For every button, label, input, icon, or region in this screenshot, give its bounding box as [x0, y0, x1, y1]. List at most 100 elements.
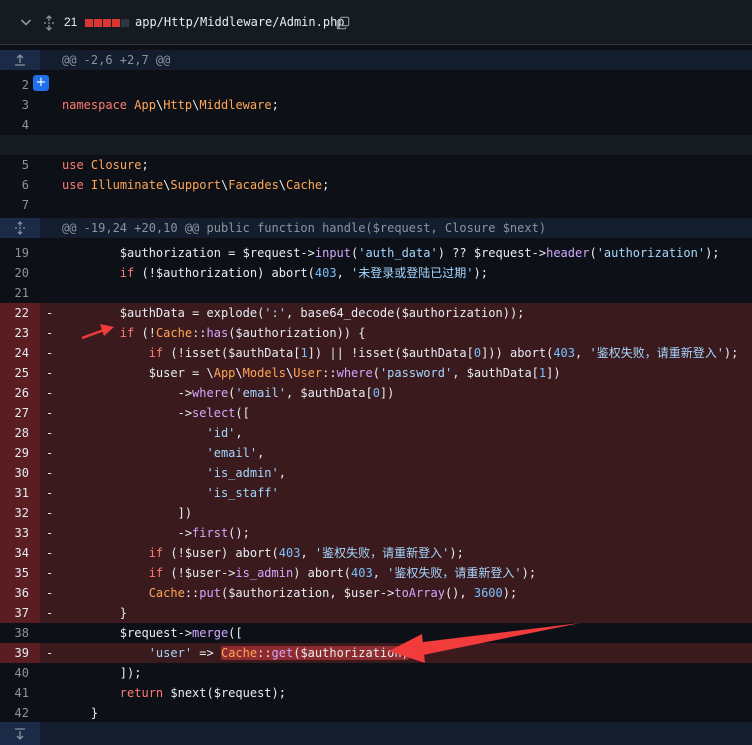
line-number[interactable]: 24: [0, 343, 40, 363]
deletion-marker: -: [46, 326, 54, 340]
expand-down-gutter[interactable]: [0, 722, 40, 745]
line-number[interactable]: 34: [0, 543, 40, 563]
deleted-line: 34 - if (!$user) abort(403, '鉴权失败，请重新登入'…: [0, 543, 752, 563]
code-text: if (!$authorization) abort(403, '未登录或登陆已…: [119, 266, 488, 280]
deleted-line: 26 - ->where('email', $authData[0]): [0, 383, 752, 403]
code-line: 41 return $next($request);: [0, 683, 752, 703]
deletion-marker: -: [46, 446, 54, 460]
line-number[interactable]: 22: [0, 303, 40, 323]
code-text: if (!isset($authData[1]) || !isset($auth…: [148, 346, 739, 360]
line-number[interactable]: 5: [0, 155, 40, 175]
code-line: 2: [0, 75, 752, 95]
line-number[interactable]: 25: [0, 363, 40, 383]
copy-icon[interactable]: [336, 16, 350, 30]
code-text: }: [62, 606, 128, 620]
deletion-marker: -: [46, 466, 54, 480]
line-number[interactable]: 33: [0, 523, 40, 543]
deleted-line: 25 - $user = \App\Models\User::where('pa…: [0, 363, 752, 383]
diffstat-block: [121, 19, 129, 27]
expand-down-icon[interactable]: [13, 727, 27, 741]
code-text: 'is_admin',: [206, 466, 286, 480]
line-number[interactable]: 40: [0, 663, 40, 683]
code-text: ->first();: [62, 526, 250, 540]
code-line: 38 $request->merge([: [0, 623, 752, 643]
deletion-marker: -: [46, 526, 54, 540]
line-number[interactable]: 21: [0, 283, 40, 303]
deletion-marker: -: [46, 366, 54, 380]
deleted-line: 24 - if (!isset($authData[1]) || !isset(…: [0, 343, 752, 363]
line-number[interactable]: 23: [0, 323, 40, 343]
line-number[interactable]: 28: [0, 423, 40, 443]
deletion-marker: -: [46, 546, 54, 560]
line-number[interactable]: 30: [0, 463, 40, 483]
code-line: 20 if (!$authorization) abort(403, '未登录或…: [0, 263, 752, 283]
line-number[interactable]: 4: [0, 115, 40, 135]
line-number[interactable]: 31: [0, 483, 40, 503]
diffstat-bar: [85, 19, 129, 27]
highlighted-change: Cache::get($authorization): [220, 646, 409, 660]
hunk-header: @@ -19,24 +20,10 @@ public function hand…: [0, 218, 752, 238]
deleted-line: 35 - if (!$user->is_admin) abort(403, '鉴…: [0, 563, 752, 583]
line-number[interactable]: 38: [0, 623, 40, 643]
code-line: 40 ]);: [0, 663, 752, 683]
deleted-line: 28 - 'id',: [0, 423, 752, 443]
code-text: return $next($request);: [119, 686, 286, 700]
line-number[interactable]: 39: [0, 643, 40, 663]
code-line: 7: [0, 195, 752, 215]
line-number[interactable]: 2: [0, 75, 40, 95]
code-text: 'user' => Cache::get($authorization): [148, 646, 409, 660]
deleted-line: 33 - ->first();: [0, 523, 752, 543]
code-text: use Closure;: [62, 158, 149, 172]
hunk-gutter[interactable]: [0, 218, 40, 238]
changes-count: 21: [64, 15, 78, 29]
line-number[interactable]: 27: [0, 403, 40, 423]
line-number[interactable]: 6: [0, 175, 40, 195]
code-line: 4: [0, 115, 752, 135]
code-line: 3 namespace App\Http\Middleware;: [0, 95, 752, 115]
code-text: use Illuminate\Support\Facades\Cache;: [62, 178, 330, 192]
line-number[interactable]: 20: [0, 263, 40, 283]
deletion-marker: -: [46, 386, 54, 400]
line-number[interactable]: 41: [0, 683, 40, 703]
diffstat-block: [94, 19, 102, 27]
hunk-header-text: @@ -19,24 +20,10 @@ public function hand…: [62, 221, 547, 235]
file-path[interactable]: app/Http/Middleware/Admin.php: [135, 15, 345, 29]
diffstat-block: [112, 19, 120, 27]
deletion-marker: -: [46, 406, 54, 420]
code-text: $authData = explode(':', base64_decode($…: [62, 306, 525, 320]
line-number[interactable]: 29: [0, 443, 40, 463]
line-number[interactable]: 32: [0, 503, 40, 523]
code-text: if (!Cache::has($authorization)) {: [119, 326, 366, 340]
code-line: 5 use Closure;: [0, 155, 752, 175]
deletion-marker: -: [46, 346, 54, 360]
line-number[interactable]: 26: [0, 383, 40, 403]
deleted-line: 30 - 'is_admin',: [0, 463, 752, 483]
deletion-marker: -: [46, 606, 54, 620]
line-number[interactable]: 42: [0, 703, 40, 723]
deletion-marker: -: [46, 646, 54, 660]
hunk-header-text: @@ -2,6 +2,7 @@: [62, 53, 171, 67]
line-number[interactable]: 3: [0, 95, 40, 115]
code-text: ]): [62, 506, 193, 520]
line-number[interactable]: 35: [0, 563, 40, 583]
code-text: ->select([: [62, 406, 250, 420]
code-text: }: [62, 706, 99, 720]
line-number[interactable]: 19: [0, 243, 40, 263]
chevron-down-icon[interactable]: [18, 14, 34, 30]
expand-up-icon[interactable]: [13, 53, 27, 67]
hunk-gutter[interactable]: [0, 50, 40, 70]
deleted-line: 29 - 'email',: [0, 443, 752, 463]
line-number[interactable]: 36: [0, 583, 40, 603]
hunk-header: @@ -2,6 +2,7 @@: [0, 50, 752, 70]
deletion-marker: -: [46, 586, 54, 600]
line-number[interactable]: 37: [0, 603, 40, 623]
code-text: ]);: [62, 666, 142, 680]
diffstat-block: [103, 19, 111, 27]
unfold-icon[interactable]: [13, 221, 27, 235]
code-line: 42 }: [0, 703, 752, 723]
deletion-marker: -: [46, 426, 54, 440]
code-text: if (!$user) abort(403, '鉴权失败，请重新登入');: [148, 546, 464, 560]
unfold-icon[interactable]: [42, 15, 56, 31]
code-line: 19 $authorization = $request->input('aut…: [0, 243, 752, 263]
line-number[interactable]: 7: [0, 195, 40, 215]
